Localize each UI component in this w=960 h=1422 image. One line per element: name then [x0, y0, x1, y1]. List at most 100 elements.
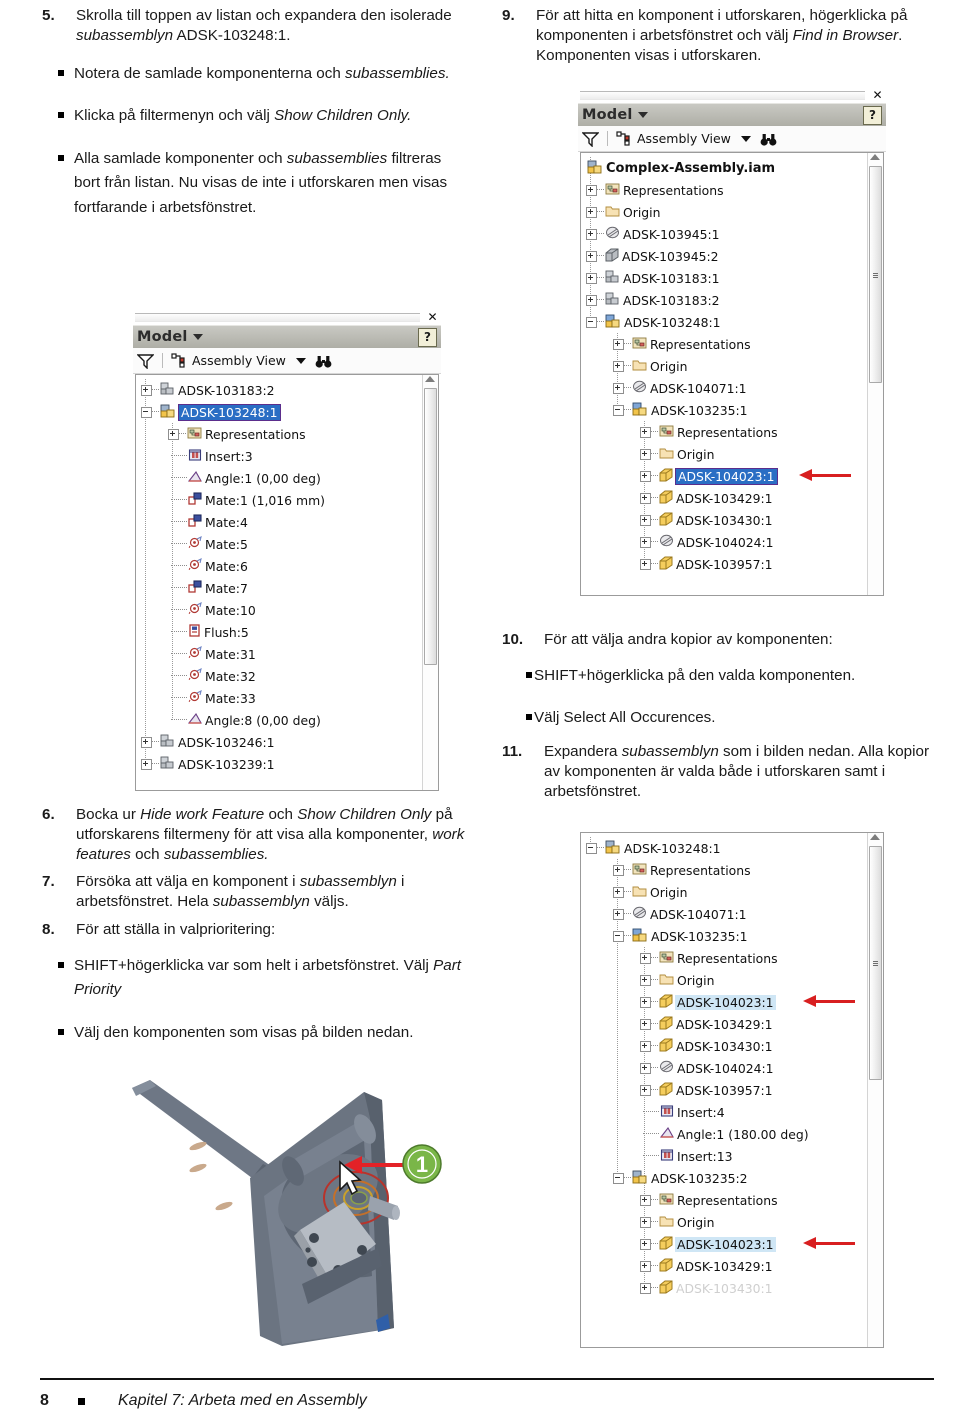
close-icon[interactable]: ✕ — [426, 311, 439, 324]
tree-item[interactable]: ADSK-103239:1 — [141, 753, 275, 775]
expand-toggle-icon[interactable] — [613, 864, 624, 876]
chevron-down-icon[interactable] — [192, 334, 203, 340]
scroll-thumb[interactable] — [869, 846, 882, 1080]
expand-toggle-icon[interactable] — [640, 1062, 651, 1074]
expand-toggle-icon[interactable] — [586, 294, 597, 306]
tree-item[interactable]: ADSK-103945:1 — [586, 223, 720, 245]
expand-toggle-icon[interactable] — [141, 758, 152, 770]
tree-item[interactable]: ADSK-103248:1 — [586, 311, 721, 333]
tree-item[interactable]: Mate:1 (1,016 mm) — [168, 489, 325, 511]
expand-toggle-icon[interactable] — [640, 514, 651, 526]
collapse-toggle-icon[interactable] — [613, 1172, 624, 1184]
tree-item[interactable]: Angle:1 (0,00 deg) — [168, 467, 321, 489]
expand-toggle-icon[interactable] — [640, 1260, 651, 1272]
scroll-thumb[interactable] — [869, 166, 882, 383]
tree-item[interactable]: Mate:5 — [168, 533, 248, 555]
tree-item[interactable]: ADSK-104024:1 — [640, 1057, 774, 1079]
expand-toggle-icon[interactable] — [168, 428, 179, 440]
tree-item[interactable]: ADSK-103429:1 — [640, 1013, 773, 1035]
tree-item[interactable]: ADSK-103183:2 — [586, 289, 720, 311]
expand-toggle-icon[interactable] — [640, 1238, 651, 1250]
expand-toggle-icon[interactable] — [640, 1282, 651, 1294]
expand-toggle-icon[interactable] — [640, 1194, 651, 1206]
model-tree-bottom-right[interactable]: ADSK-103248:1 Representations Origin ADSK… — [580, 832, 884, 1348]
chevron-down-icon[interactable] — [295, 357, 306, 364]
tree-item[interactable]: ADSK-103246:1 — [141, 731, 275, 753]
assembly-view-label[interactable]: Assembly View — [637, 131, 731, 146]
vertical-scrollbar[interactable] — [867, 153, 883, 595]
tree-item[interactable]: ADSK-103429:1 — [640, 1255, 773, 1277]
tree-item[interactable]: Complex-Assembly.iam — [586, 157, 775, 179]
tree-item-selected[interactable]: ADSK-103248:1 — [141, 401, 281, 423]
expand-toggle-icon[interactable] — [640, 1216, 651, 1228]
tree-item[interactable]: Representations — [586, 179, 724, 201]
collapse-toggle-icon[interactable] — [613, 404, 624, 416]
expand-toggle-icon[interactable] — [640, 1040, 651, 1052]
scroll-thumb[interactable] — [424, 388, 437, 665]
tree-item[interactable]: Mate:6 — [168, 555, 248, 577]
scroll-up-arrow[interactable] — [870, 834, 880, 840]
model-tree-top-right[interactable]: Complex-Assembly.iam Representations Orig… — [580, 152, 884, 596]
tree-item[interactable]: ADSK-103235:2 — [613, 1167, 748, 1189]
expand-toggle-icon[interactable] — [640, 996, 651, 1008]
tree-item[interactable]: Representations — [613, 859, 751, 881]
tree-item[interactable]: ADSK-103430:1 — [640, 1035, 773, 1057]
tree-item[interactable]: ADSK-103945:2 — [586, 245, 719, 267]
close-icon[interactable]: ✕ — [871, 89, 884, 102]
tree-item[interactable]: Mate:4 — [168, 511, 248, 533]
model-browser-top-right[interactable]: ✕ Model ? Assembly View Complex-Assembly… — [578, 88, 886, 598]
expand-toggle-icon[interactable] — [640, 1018, 651, 1030]
expand-toggle-icon[interactable] — [640, 492, 651, 504]
collapse-toggle-icon[interactable] — [586, 842, 597, 854]
expand-toggle-icon[interactable] — [613, 908, 624, 920]
expand-toggle-icon[interactable] — [640, 1084, 651, 1096]
drag-grip[interactable] — [580, 91, 865, 100]
tree-item[interactable]: ADSK-103429:1 — [640, 487, 773, 509]
tree-item[interactable]: Insert:4 — [640, 1101, 725, 1123]
help-icon[interactable]: ? — [418, 328, 437, 347]
scroll-up-arrow[interactable] — [425, 376, 435, 382]
tree-item[interactable]: Origin — [640, 969, 714, 991]
tree-item[interactable]: ADSK-104071:1 — [613, 377, 747, 399]
tree-item[interactable]: Flush:5 — [168, 621, 249, 643]
tree-item[interactable]: Mate:32 — [168, 665, 256, 687]
tree-item[interactable]: Origin — [640, 443, 714, 465]
tree-item[interactable]: Representations — [640, 1189, 778, 1211]
tree-item[interactable]: Representations — [613, 333, 751, 355]
tree-item[interactable]: Origin — [586, 201, 660, 223]
tree-item[interactable]: Origin — [640, 1211, 714, 1233]
tree-item[interactable]: ADSK-104071:1 — [613, 903, 747, 925]
expand-toggle-icon[interactable] — [613, 338, 624, 350]
tree-item[interactable]: ADSK-103183:2 — [141, 379, 275, 401]
tree-item-selected[interactable]: ADSK-104023:1 — [640, 991, 776, 1013]
expand-toggle-icon[interactable] — [613, 360, 624, 372]
tree-item[interactable]: ADSK-103430:1 — [640, 1277, 773, 1299]
model-browser-left[interactable]: ✕ Model ? Assembly View ADSK-103183:2 AD… — [133, 310, 441, 793]
expand-toggle-icon[interactable] — [640, 558, 651, 570]
filter-icon[interactable] — [581, 131, 600, 148]
collapse-toggle-icon[interactable] — [613, 930, 624, 942]
tree-item[interactable]: ADSK-103957:1 — [640, 1079, 773, 1101]
help-icon[interactable]: ? — [863, 106, 882, 125]
tree-item-selected[interactable]: ADSK-104023:1 — [640, 1233, 776, 1255]
tree-item[interactable]: Mate:7 — [168, 577, 248, 599]
tree-item[interactable]: Representations — [640, 421, 778, 443]
tree-item[interactable]: Origin — [613, 355, 687, 377]
collapse-toggle-icon[interactable] — [586, 316, 597, 328]
expand-toggle-icon[interactable] — [141, 384, 152, 396]
binoculars-icon[interactable] — [315, 354, 332, 368]
tree-item[interactable]: Angle:8 (0,00 deg) — [168, 709, 321, 731]
tree-item[interactable]: Representations — [168, 423, 306, 445]
expand-toggle-icon[interactable] — [640, 470, 651, 482]
expand-toggle-icon[interactable] — [640, 974, 651, 986]
model-browser-bottom-right[interactable]: ADSK-103248:1 Representations Origin ADSK… — [578, 832, 886, 1348]
filter-icon[interactable] — [136, 353, 155, 370]
tree-item[interactable]: Mate:33 — [168, 687, 256, 709]
tree-item[interactable]: Mate:31 — [168, 643, 256, 665]
expand-toggle-icon[interactable] — [640, 536, 651, 548]
expand-toggle-icon[interactable] — [586, 206, 597, 218]
tree-item[interactable]: Mate:10 — [168, 599, 256, 621]
expand-toggle-icon[interactable] — [586, 228, 597, 240]
vertical-scrollbar[interactable] — [867, 833, 883, 1347]
chevron-down-icon[interactable] — [637, 112, 648, 118]
